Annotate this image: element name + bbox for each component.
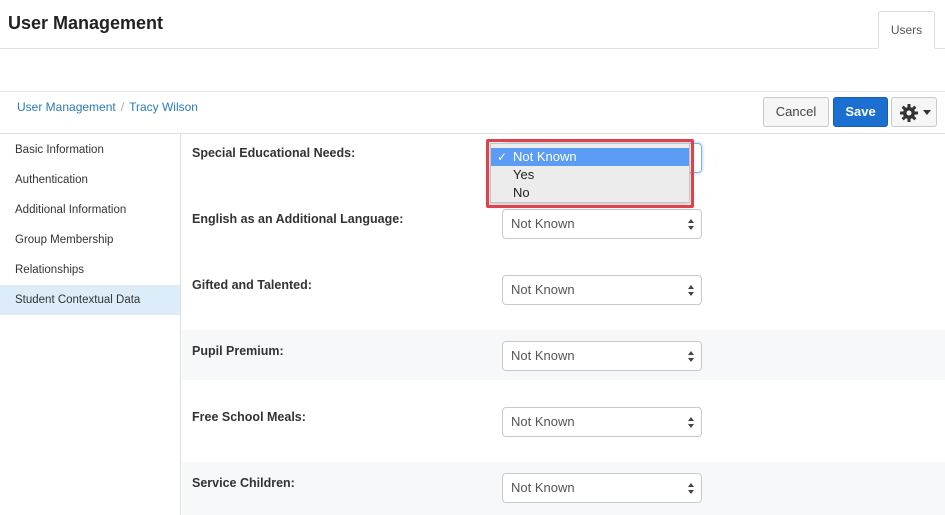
tab-users[interactable]: Users — [878, 11, 935, 49]
sidebar-item-relationships[interactable]: Relationships — [0, 255, 180, 285]
breadcrumb-user-management[interactable]: User Management — [17, 100, 116, 114]
field-label: Pupil Premium: — [192, 344, 284, 358]
header-divider — [0, 91, 945, 92]
sidebar-item-group-membership[interactable]: Group Membership — [0, 225, 180, 255]
select-arrows-icon — [688, 417, 695, 429]
gear-icon — [900, 104, 918, 122]
cancel-button[interactable]: Cancel — [763, 97, 829, 127]
field-label: Special Educational Needs: — [192, 146, 356, 160]
breadcrumb-tracy-wilson[interactable]: Tracy Wilson — [129, 100, 198, 114]
select-arrows-icon — [688, 285, 695, 297]
sidebar-item-additional-information[interactable]: Additional Information — [0, 195, 180, 225]
save-button[interactable]: Save — [833, 97, 888, 127]
form-row-service-children: Service Children: Not Known — [182, 462, 945, 515]
english-additional-language-select[interactable]: Not Known — [502, 209, 702, 239]
field-label: Service Children: — [192, 476, 295, 490]
app-header: User Management Users — [0, 0, 945, 49]
field-label: Free School Meals: — [192, 410, 306, 424]
pupil-premium-select[interactable]: Not Known — [502, 341, 702, 371]
gifted-talented-select[interactable]: Not Known — [502, 275, 702, 305]
sidebar-item-student-contextual-data[interactable]: Student Contextual Data — [0, 285, 180, 315]
select-arrows-icon — [688, 351, 695, 363]
field-label: English as an Additional Language: — [192, 212, 404, 226]
select-value: Not Known — [511, 480, 575, 495]
select-value: Not Known — [511, 414, 575, 429]
field-label: Gifted and Talented: — [192, 278, 312, 292]
sidebar-item-authentication[interactable]: Authentication — [0, 165, 180, 195]
select-value: Not Known — [511, 348, 575, 363]
select-arrows-icon — [688, 219, 695, 231]
sidebar: Basic Information Authentication Additio… — [0, 134, 181, 515]
settings-dropdown-button[interactable] — [891, 97, 937, 127]
chevron-down-icon — [923, 110, 931, 115]
page-title: User Management — [8, 13, 164, 33]
sidebar-item-basic-information[interactable]: Basic Information — [0, 135, 180, 165]
form-row-gifted-talented: Gifted and Talented: Not Known — [182, 264, 945, 330]
breadcrumb: User Management / Tracy Wilson — [17, 100, 198, 114]
service-children-select[interactable]: Not Known — [502, 473, 702, 503]
form-row-pupil-premium: Pupil Premium: Not Known — [182, 330, 945, 380]
select-value: Not Known — [511, 216, 575, 231]
select-value: Not Known — [511, 282, 575, 297]
select-arrows-icon — [688, 483, 695, 495]
annotation-highlight-box — [486, 139, 694, 208]
free-school-meals-select[interactable]: Not Known — [502, 407, 702, 437]
breadcrumb-separator: / — [120, 100, 125, 114]
form-row-free-school-meals: Free School Meals: Not Known — [182, 396, 945, 446]
